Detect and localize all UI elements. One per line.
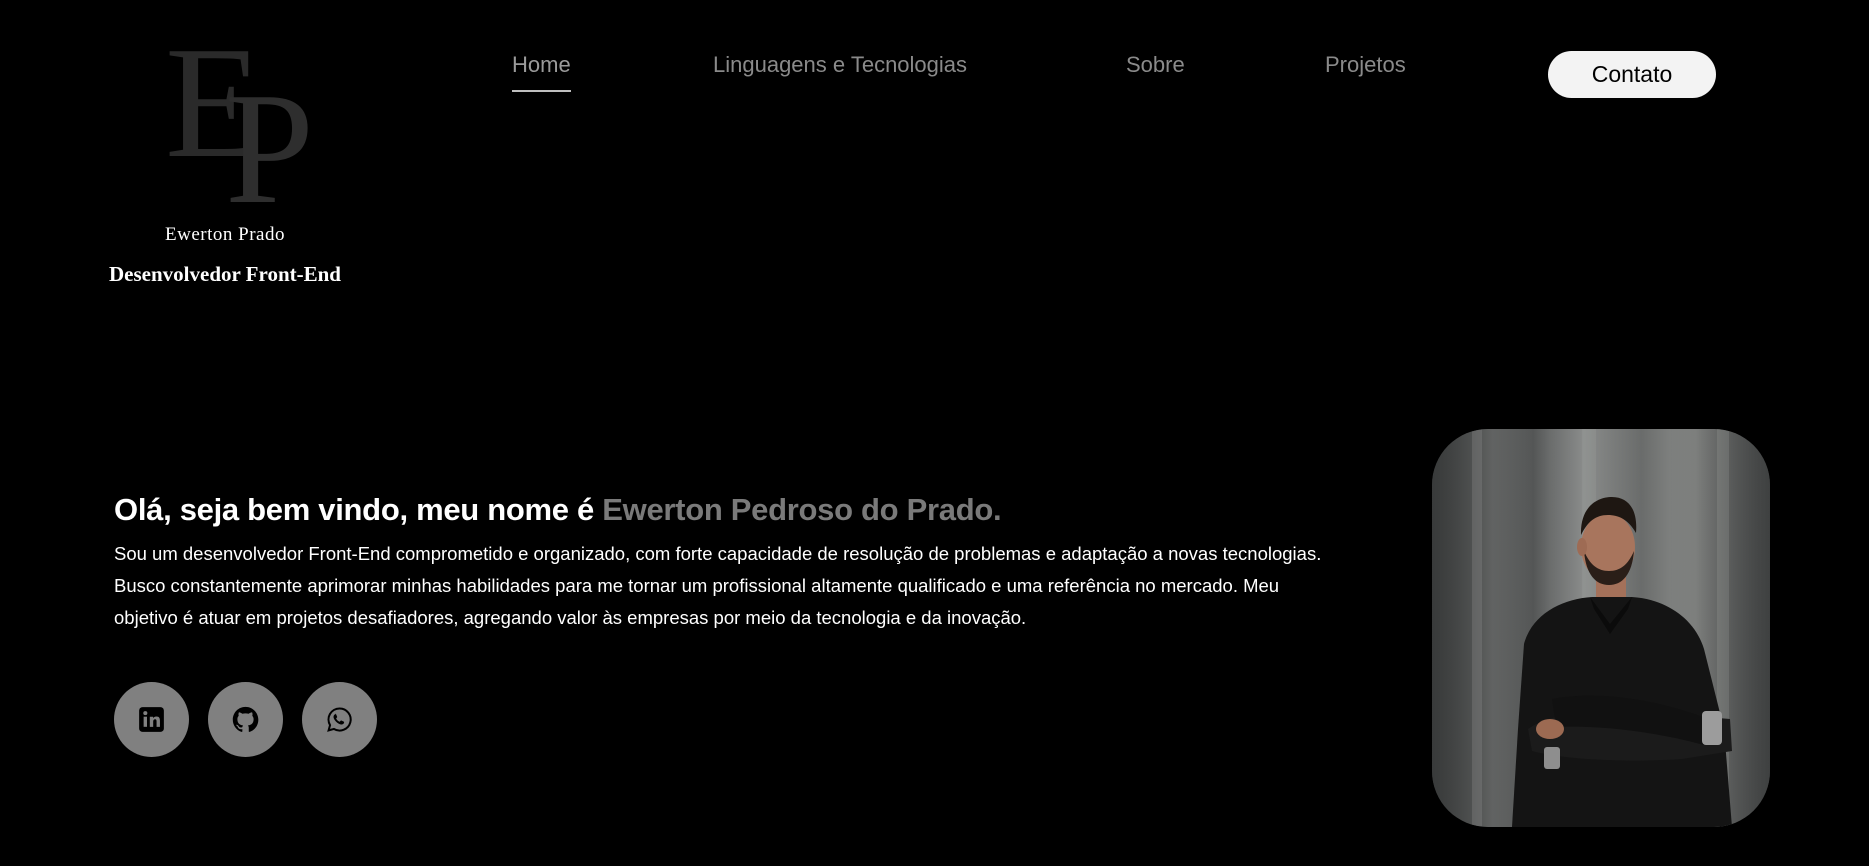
profile-photo xyxy=(1432,429,1770,827)
hero-title-name: Ewerton Pedroso do Prado. xyxy=(602,492,1002,527)
github-button[interactable] xyxy=(208,682,283,757)
nav-link-home[interactable]: Home xyxy=(512,52,571,92)
nav-link-projetos[interactable]: Projetos xyxy=(1325,52,1406,78)
github-icon xyxy=(232,706,259,732)
hero-description: Sou um desenvolvedor Front-End compromet… xyxy=(114,543,1322,628)
linkedin-button[interactable] xyxy=(114,682,189,757)
logo-role: Desenvolvedor Front-End xyxy=(109,262,341,286)
monogram-letter-p: P xyxy=(225,59,314,237)
hero-section: Olá, seja bem vindo, meu nome é Ewerton … xyxy=(114,492,1344,634)
contact-button[interactable]: Contato xyxy=(1548,51,1716,98)
portfolio-page: E P Ewerton Prado Desenvolvedor Front-En… xyxy=(0,0,1869,866)
hero-title-prefix: Olá, seja bem vindo, meu nome é xyxy=(114,492,603,527)
profile-photo-illustration xyxy=(1432,429,1770,827)
linkedin-icon xyxy=(139,707,164,732)
logo-monogram: E P xyxy=(125,22,325,228)
nav-link-sobre[interactable]: Sobre xyxy=(1126,52,1185,78)
logo[interactable]: E P Ewerton Prado Desenvolvedor Front-En… xyxy=(90,22,360,287)
nav-link-linguagens[interactable]: Linguagens e Tecnologias xyxy=(713,52,967,78)
whatsapp-button[interactable] xyxy=(302,682,377,757)
whatsapp-icon xyxy=(327,707,352,732)
social-links xyxy=(114,682,377,757)
hero-title: Olá, seja bem vindo, meu nome é Ewerton … xyxy=(114,492,1344,528)
